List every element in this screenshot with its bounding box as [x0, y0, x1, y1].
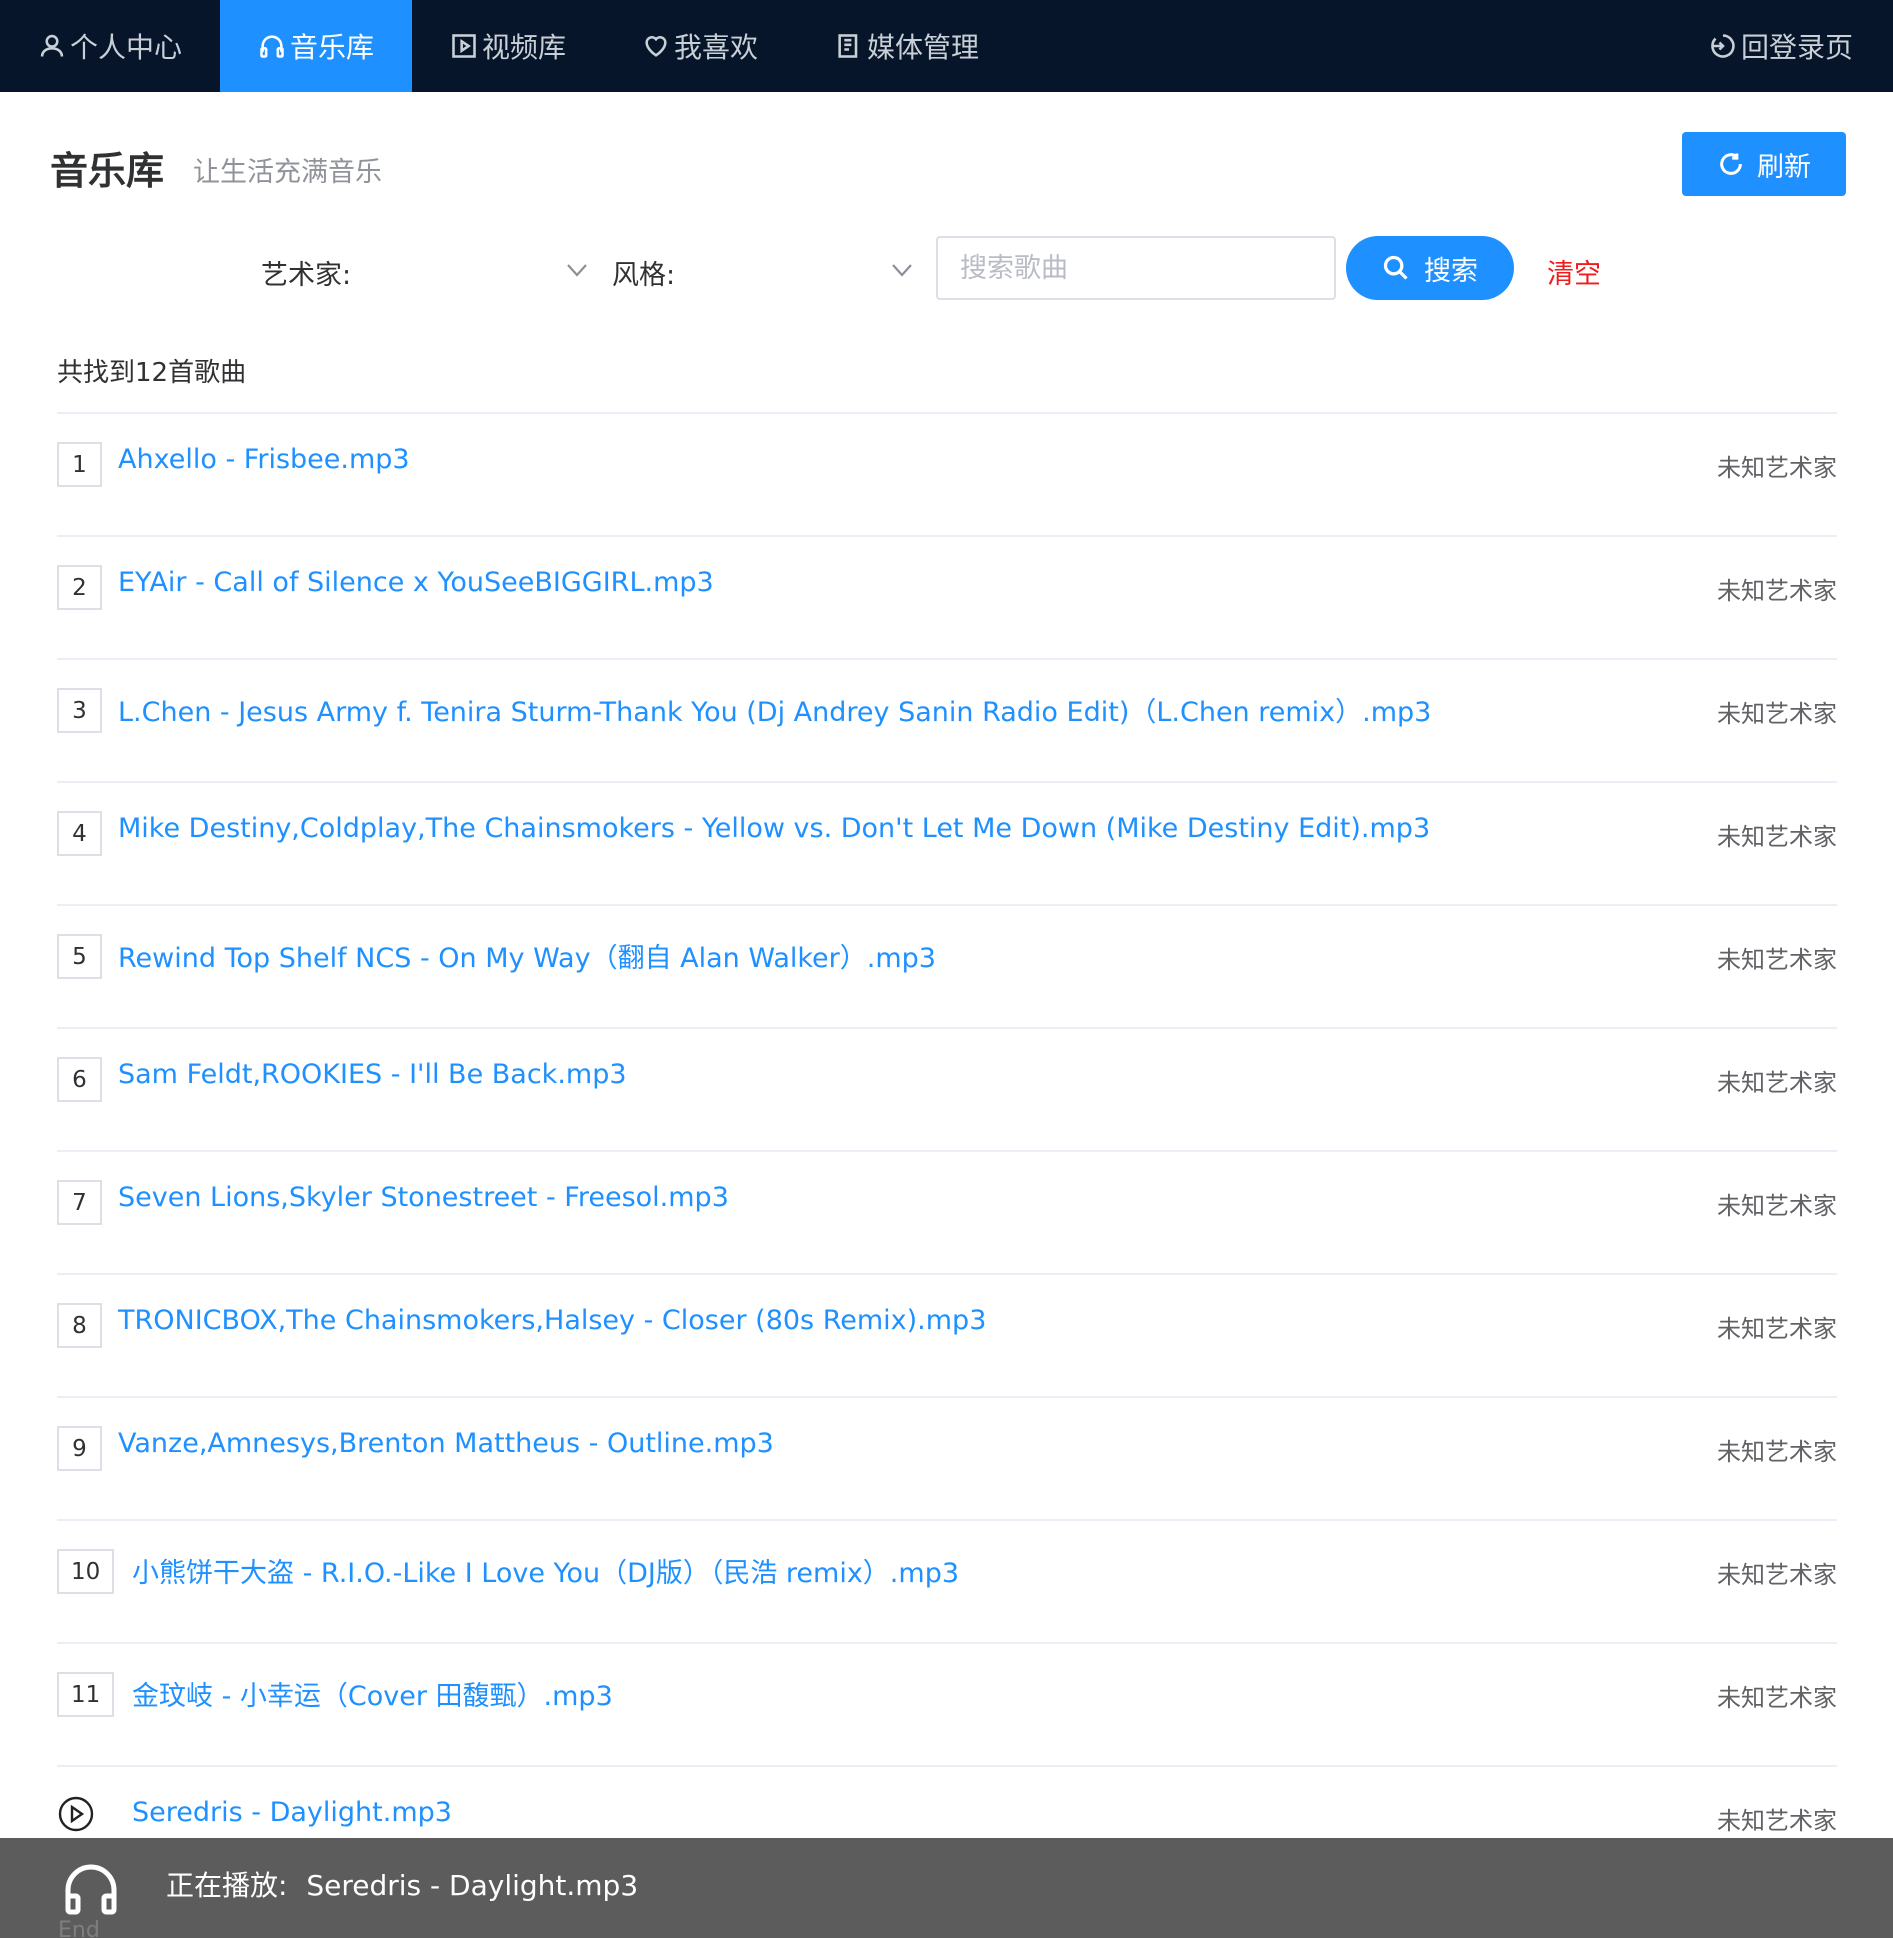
logout-link[interactable]: 回登录页 — [1709, 0, 1853, 92]
song-title-link[interactable]: Mike Destiny,Coldplay,The Chainsmokers -… — [118, 813, 1430, 844]
song-row: 1 Ahxello - Frisbee.mp3 未知艺术家 — [57, 412, 1837, 535]
style-select[interactable] — [891, 262, 913, 278]
nav-item-media-manage[interactable]: 媒体管理 — [812, 0, 1002, 92]
player-headphones-button[interactable] — [60, 1858, 122, 1920]
song-row: 8 TRONICBOX,The Chainsmokers,Halsey - Cl… — [57, 1273, 1837, 1396]
page-title: 音乐库 — [50, 149, 165, 193]
song-row: 10 小熊饼干大盗 - R.I.O.-Like I Love You（DJ版）（… — [57, 1519, 1837, 1642]
now-playing-title: Seredris - Daylight.mp3 — [306, 1869, 639, 1902]
logout-label: 回登录页 — [1740, 31, 1853, 64]
song-row: 5 Rewind Top Shelf NCS - On My Way（翻自 Al… — [57, 904, 1837, 1027]
song-number: 1 — [57, 442, 102, 487]
song-artist: 未知艺术家 — [1717, 454, 1837, 482]
song-title-link[interactable]: Sam Feldt,ROOKIES - I'll Be Back.mp3 — [118, 1059, 627, 1090]
song-title-link[interactable]: 金玟岐 - 小幸运（Cover 田馥甄）.mp3 — [132, 1674, 613, 1713]
song-artist: 未知艺术家 — [1717, 577, 1837, 605]
chevron-down-icon — [567, 264, 587, 277]
song-row: 11 金玟岐 - 小幸运（Cover 田馥甄）.mp3 未知艺术家 — [57, 1642, 1837, 1765]
song-artist: 未知艺术家 — [1717, 1684, 1837, 1712]
song-number: 11 — [57, 1672, 115, 1717]
song-row: 9 Vanze,Amnesys,Brenton Mattheus - Outli… — [57, 1396, 1837, 1519]
song-artist: 未知艺术家 — [1717, 1069, 1837, 1097]
song-number: 8 — [57, 1303, 102, 1348]
song-artist: 未知艺术家 — [1717, 1315, 1837, 1343]
refresh-label: 刷新 — [1757, 151, 1811, 183]
nav-item-video[interactable]: 视频库 — [412, 0, 604, 92]
nav-label: 我喜欢 — [673, 31, 758, 64]
song-artist: 未知艺术家 — [1717, 700, 1837, 728]
song-number: 4 — [57, 811, 102, 856]
song-row: 3 L.Chen - Jesus Army f. Tenira Sturm-Th… — [57, 658, 1837, 781]
song-title-link[interactable]: EYAir - Call of Silence x YouSeeBIGGIRL.… — [118, 567, 714, 598]
nav-item-favorites[interactable]: 我喜欢 — [604, 0, 796, 92]
media-icon — [838, 34, 858, 58]
song-number: 5 — [57, 934, 102, 979]
song-row: 6 Sam Feldt,ROOKIES - I'll Be Back.mp3 未… — [57, 1027, 1837, 1150]
play-circle-icon — [58, 1796, 94, 1832]
nav-label: 个人中心 — [69, 31, 182, 64]
logout-icon — [1711, 34, 1735, 58]
song-artist: 未知艺术家 — [1717, 1438, 1837, 1466]
style-filter-label: 风格: — [612, 260, 676, 291]
song-artist: 未知艺术家 — [1717, 823, 1837, 851]
headphones-icon — [260, 35, 284, 58]
nav-label: 媒体管理 — [866, 31, 979, 64]
search-icon — [1383, 255, 1408, 280]
heart-icon — [645, 36, 667, 57]
song-row: 2 EYAir - Call of Silence x YouSeeBIGGIR… — [57, 535, 1837, 658]
page-subtitle: 让生活充满音乐 — [193, 157, 382, 188]
top-nav: 个人中心 音乐库 视频库 我喜欢 媒体管理 回登录页 — [0, 0, 1893, 92]
now-playing-bar: 正在播放: Seredris - Daylight.mp3 End — [0, 1838, 1893, 1938]
artist-filter-label: 艺术家: — [261, 260, 352, 291]
artist-select[interactable] — [566, 262, 588, 278]
song-title-link[interactable]: Rewind Top Shelf NCS - On My Way（翻自 Alan… — [118, 936, 936, 975]
song-title-link[interactable]: Ahxello - Frisbee.mp3 — [118, 444, 410, 475]
song-artist: 未知艺术家 — [1717, 1807, 1837, 1835]
song-artist: 未知艺术家 — [1717, 946, 1837, 974]
search-button[interactable]: 搜索 — [1346, 236, 1514, 300]
clear-button[interactable]: 清空 — [1547, 252, 1601, 291]
song-title-link[interactable]: Vanze,Amnesys,Brenton Mattheus - Outline… — [118, 1428, 774, 1459]
search-input[interactable] — [936, 236, 1336, 300]
song-number: 9 — [57, 1426, 102, 1471]
headphones-icon — [65, 1864, 117, 1915]
song-number: 2 — [57, 565, 102, 610]
song-artist: 未知艺术家 — [1717, 1561, 1837, 1589]
player-peek-text: End — [58, 1918, 100, 1938]
now-playing-label: 正在播放: — [166, 1869, 288, 1902]
user-icon — [40, 34, 64, 57]
search-label: 搜索 — [1424, 255, 1478, 287]
video-icon — [452, 34, 476, 58]
song-title-link[interactable]: L.Chen - Jesus Army f. Tenira Sturm-Than… — [118, 690, 1431, 729]
play-button[interactable] — [57, 1795, 95, 1833]
refresh-button[interactable]: 刷新 — [1682, 132, 1846, 196]
song-number: 7 — [57, 1180, 102, 1225]
song-number: 10 — [57, 1549, 115, 1594]
nav-item-music[interactable]: 音乐库 — [220, 0, 412, 92]
song-artist: 未知艺术家 — [1717, 1192, 1837, 1220]
song-title-link[interactable]: 小熊饼干大盗 - R.I.O.-Like I Love You（DJ版）（民浩 … — [132, 1551, 959, 1590]
song-number: 6 — [57, 1057, 102, 1102]
chevron-down-icon — [892, 264, 912, 277]
song-title-link[interactable]: TRONICBOX,The Chainsmokers,Halsey - Clos… — [118, 1305, 986, 1336]
nav-label: 音乐库 — [289, 31, 374, 64]
nav-label: 视频库 — [481, 31, 566, 64]
now-playing-text: 正在播放: Seredris - Daylight.mp3 — [166, 1864, 638, 1904]
song-title-link[interactable]: Seredris - Daylight.mp3 — [132, 1797, 452, 1828]
refresh-icon — [1720, 153, 1742, 175]
song-title-link[interactable]: Seven Lions,Skyler Stonestreet - Freesol… — [118, 1182, 729, 1213]
song-list: 1 Ahxello - Frisbee.mp3 未知艺术家 2 EYAir - … — [57, 412, 1837, 1888]
song-number: 3 — [57, 688, 102, 733]
song-row: 4 Mike Destiny,Coldplay,The Chainsmokers… — [57, 781, 1837, 904]
song-row: 7 Seven Lions,Skyler Stonestreet - Frees… — [57, 1150, 1837, 1273]
result-count: 共找到12首歌曲 — [57, 358, 247, 388]
nav-item-profile[interactable]: 个人中心 — [0, 0, 220, 92]
